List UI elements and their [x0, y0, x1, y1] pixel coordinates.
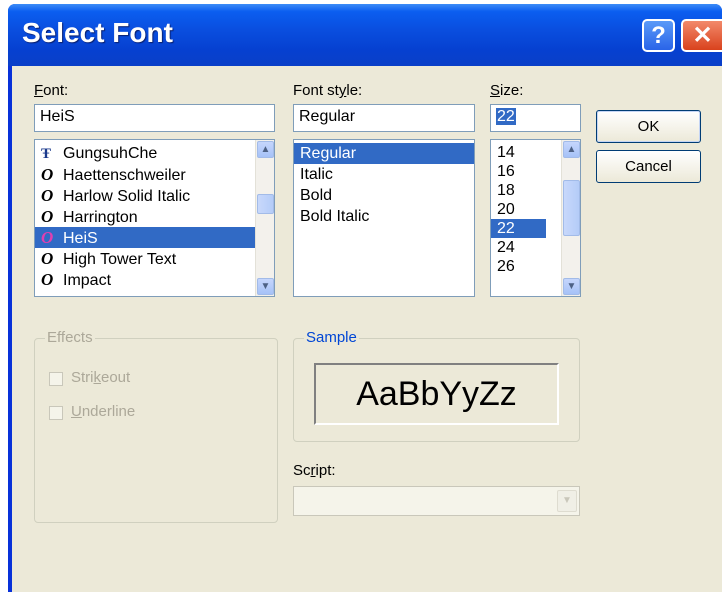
size-input[interactable]: 22 — [490, 104, 581, 132]
underline-label: Underline — [71, 403, 136, 420]
help-button[interactable]: ? — [642, 19, 675, 52]
size-list-item[interactable]: 24 — [491, 238, 546, 257]
opentype-icon: O — [41, 228, 54, 247]
strikeout-label: Strikeout — [71, 369, 131, 386]
font-list-item-selected[interactable]: O HeiS — [35, 227, 274, 248]
size-list-item[interactable]: 18 — [491, 181, 546, 200]
scroll-thumb[interactable] — [257, 194, 274, 214]
size-list-item[interactable]: 26 — [491, 257, 546, 276]
size-list-item-selected[interactable]: 22 — [491, 219, 546, 238]
font-name-input[interactable]: HeiS — [34, 104, 275, 132]
font-list-item[interactable]: O Harrington — [35, 206, 274, 227]
font-label: Font: — [34, 82, 69, 99]
style-list-item[interactable]: Italic — [294, 164, 474, 185]
underline-checkbox[interactable] — [49, 406, 63, 420]
opentype-icon: O — [41, 207, 54, 226]
font-style-input[interactable]: Regular — [293, 104, 475, 132]
scroll-up-arrow-icon[interactable]: ▲ — [563, 141, 580, 158]
font-list-item[interactable]: O Haettenschweiler — [35, 164, 274, 185]
dropdown-arrow-icon[interactable]: ▼ — [557, 490, 577, 512]
scroll-up-arrow-icon[interactable]: ▲ — [257, 141, 274, 158]
opentype-icon: O — [41, 270, 54, 289]
size-list-item[interactable]: 14 — [491, 143, 546, 162]
script-label: Script: — [293, 462, 336, 479]
strikeout-checkbox[interactable] — [49, 372, 63, 386]
font-list-scrollbar[interactable]: ▲ ▼ — [255, 140, 274, 296]
size-list[interactable]: 14 16 18 20 22 24 26 ▲ ▼ — [490, 139, 581, 297]
dialog-window: Select Font ? ✕ Font: HeiS Ŧ GungsuhChe O… — [8, 4, 722, 592]
font-style-label: Font style: — [293, 82, 363, 99]
font-style-list[interactable]: Regular Italic Bold Bold Italic — [293, 139, 475, 297]
opentype-icon: O — [41, 165, 54, 184]
size-list-item[interactable]: 16 — [491, 162, 546, 181]
effects-group-title: Effects — [45, 329, 95, 346]
font-list[interactable]: Ŧ GungsuhChe O Haettenschweiler O Harlow So… — [34, 139, 275, 297]
script-select[interactable]: ▼ — [293, 486, 580, 516]
size-label: Size: — [490, 82, 524, 99]
scroll-down-arrow-icon[interactable]: ▼ — [257, 278, 274, 295]
cancel-button[interactable]: Cancel — [596, 150, 701, 183]
truetype-icon: Ŧ — [41, 146, 52, 162]
style-list-item[interactable]: Bold Italic — [294, 206, 474, 227]
close-button[interactable]: ✕ — [681, 19, 722, 52]
sample-group: Sample AaBbYyZz — [293, 329, 580, 442]
scroll-thumb[interactable] — [563, 180, 580, 236]
size-list-item[interactable]: 20 — [491, 200, 546, 219]
scroll-down-arrow-icon[interactable]: ▼ — [563, 278, 580, 295]
font-list-item[interactable]: O High Tower Text — [35, 248, 274, 269]
sample-group-title: Sample — [304, 329, 359, 346]
dialog-client-area: Font: HeiS Ŧ GungsuhChe O Haettenschweiler… — [12, 66, 722, 592]
font-list-item[interactable]: O Harlow Solid Italic — [35, 185, 274, 206]
opentype-icon: O — [41, 186, 54, 205]
opentype-icon: O — [41, 249, 54, 268]
title-bar[interactable]: Select Font ? ✕ — [8, 4, 722, 66]
style-list-item[interactable]: Bold — [294, 185, 474, 206]
font-list-item[interactable]: O Impact — [35, 269, 274, 290]
window-title: Select Font — [22, 17, 173, 48]
style-list-item-selected[interactable]: Regular — [294, 143, 474, 164]
sample-preview: AaBbYyZz — [314, 363, 559, 425]
effects-group: Effects Strikeout Underline — [34, 329, 278, 523]
size-input-selected-text: 22 — [496, 108, 516, 125]
ok-button[interactable]: OK — [596, 110, 701, 143]
font-list-item[interactable]: Ŧ GungsuhChe — [35, 143, 274, 164]
size-list-scrollbar[interactable]: ▲ ▼ — [561, 140, 580, 296]
